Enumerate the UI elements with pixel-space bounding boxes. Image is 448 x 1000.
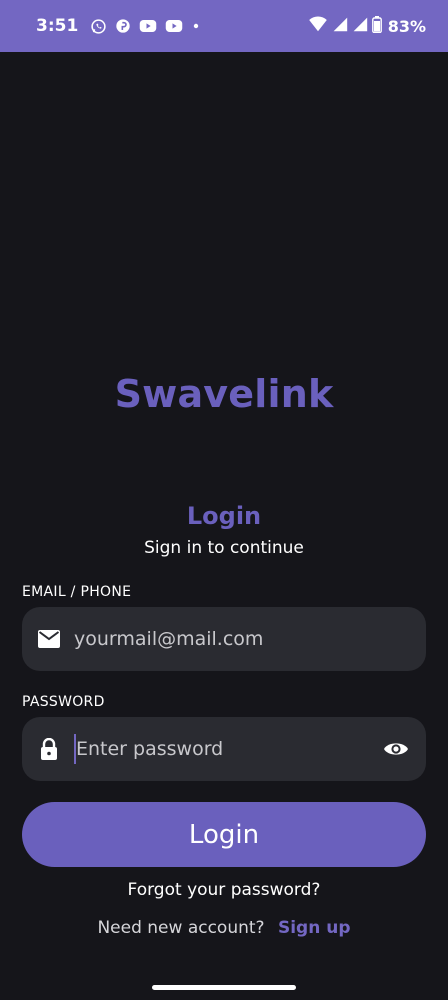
dot-icon <box>191 21 201 31</box>
login-heading: Login <box>186 502 262 530</box>
password-label: PASSWORD <box>22 694 105 710</box>
system-icons: 83% <box>308 15 426 37</box>
signal-icon <box>352 16 368 36</box>
wifi-icon <box>308 16 328 36</box>
lock-icon <box>38 738 60 760</box>
status-bar: 3:51 83% <box>0 0 448 52</box>
battery-percent: 83% <box>387 16 426 36</box>
password-field-container[interactable] <box>22 717 426 781</box>
login-button[interactable]: Login <box>22 802 426 867</box>
pinterest-icon <box>115 18 131 34</box>
login-subheading: Sign in to continue <box>144 538 304 558</box>
signup-link[interactable]: Sign up <box>278 918 351 938</box>
need-account-text: Need new account? <box>97 918 265 938</box>
youtube-icon <box>165 19 183 33</box>
email-label: EMAIL / PHONE <box>22 584 132 600</box>
eye-icon[interactable] <box>382 735 410 763</box>
notification-icons <box>90 18 201 35</box>
login-screen: 3:51 83% Swavelink Login Sign in to cont… <box>0 0 448 1000</box>
status-time: 3:51 <box>36 16 79 36</box>
signup-row: Need new account? Sign up <box>0 918 448 938</box>
signal-icon <box>332 16 348 36</box>
brand-logo-text: Swavelink <box>114 372 334 416</box>
forgot-password-link[interactable]: Forgot your password? <box>0 880 448 900</box>
home-indicator[interactable] <box>152 985 296 990</box>
battery-icon <box>371 15 382 37</box>
mail-icon <box>38 628 60 650</box>
whatsapp-icon <box>90 18 107 35</box>
password-input[interactable] <box>76 729 382 769</box>
email-input[interactable] <box>74 619 410 659</box>
youtube-icon <box>139 19 157 33</box>
email-field-container[interactable] <box>22 607 426 671</box>
